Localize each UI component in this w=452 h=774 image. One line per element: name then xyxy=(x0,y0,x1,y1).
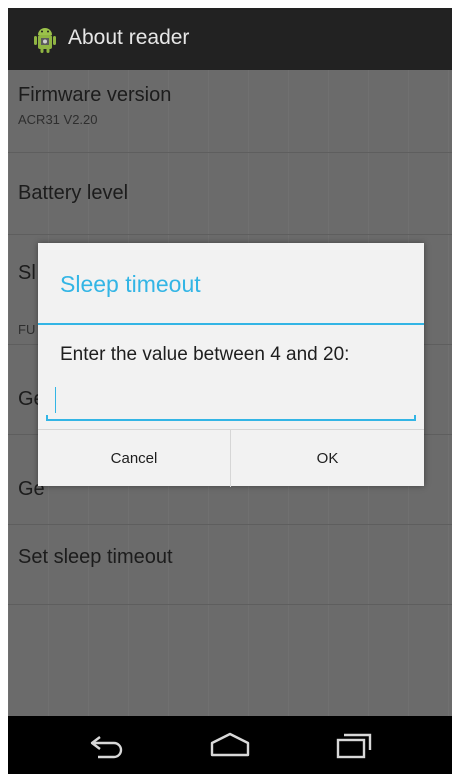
list-item-firmware-version[interactable]: Firmware version ACR31 V2.20 xyxy=(8,70,452,153)
list-item-title: Set sleep timeout xyxy=(18,546,173,568)
action-bar: About reader xyxy=(8,8,452,71)
timeout-input-field[interactable] xyxy=(46,381,416,421)
list-item-title: Firmware version xyxy=(18,84,172,106)
list-item-set-sleep-timeout[interactable]: Set sleep timeout xyxy=(8,524,452,605)
home-icon[interactable] xyxy=(200,728,260,764)
list-item-subtitle: ACR31 V2.20 xyxy=(18,112,98,127)
input-underline xyxy=(46,419,416,421)
input-underline-tick-right xyxy=(414,415,416,421)
ok-button[interactable]: OK xyxy=(231,430,424,487)
list-item-subtitle: FU xyxy=(18,322,36,337)
text-cursor xyxy=(55,387,56,413)
page-title: About reader xyxy=(68,26,190,49)
dialog-button-bar: Cancel OK xyxy=(38,429,424,487)
system-navigation-bar xyxy=(8,716,452,774)
cancel-button[interactable]: Cancel xyxy=(38,430,231,487)
input-underline-tick-left xyxy=(46,415,48,421)
android-app-icon[interactable] xyxy=(30,24,60,54)
dialog-title: Sleep timeout xyxy=(60,271,201,297)
list-item-title: Sl xyxy=(18,262,36,284)
recents-icon[interactable] xyxy=(324,728,384,764)
list-item-battery-level[interactable]: Battery level xyxy=(8,152,452,235)
back-icon[interactable] xyxy=(78,728,138,764)
dialog-title-divider xyxy=(38,323,424,325)
app-screen: About reader Firmware version ACR31 V2.2… xyxy=(8,8,452,774)
sleep-timeout-dialog: Sleep timeout Enter the value between 4 … xyxy=(38,243,424,487)
list-item-title: Battery level xyxy=(18,182,129,204)
dialog-message: Enter the value between 4 and 20: xyxy=(60,344,350,365)
